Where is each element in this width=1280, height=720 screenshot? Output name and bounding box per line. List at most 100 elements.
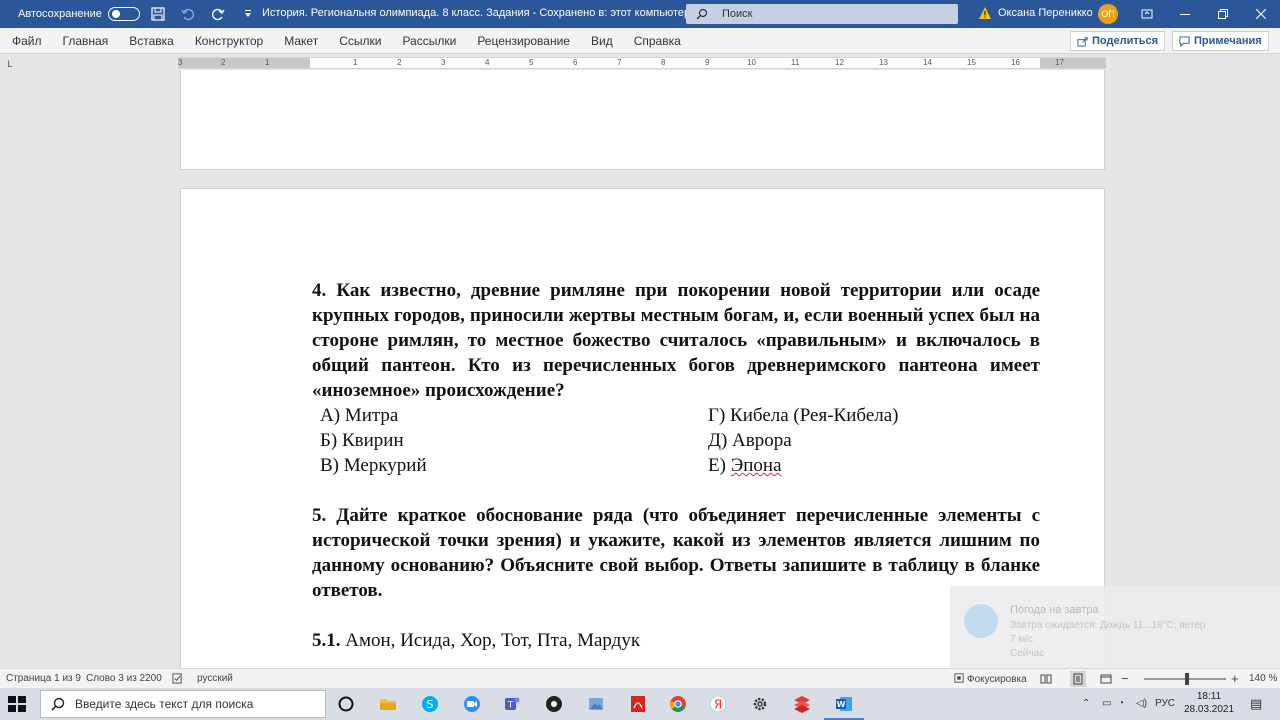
focus-icon: [954, 673, 964, 683]
focus-mode-button[interactable]: Фокусировка: [954, 673, 1027, 685]
skype-icon[interactable]: S: [418, 692, 442, 716]
windows-start-icon[interactable]: [6, 694, 28, 714]
ruler-number: 13: [879, 58, 888, 67]
question-4[interactable]: 4. Как известно, древние римляне при пок…: [312, 278, 1040, 403]
ruler-number: 8: [661, 58, 666, 67]
input-language[interactable]: РУС: [1155, 698, 1175, 709]
tab-mailings[interactable]: Рассылки: [402, 34, 456, 48]
search-placeholder: Поиск: [722, 8, 753, 20]
word-app-icon[interactable]: W: [824, 692, 864, 720]
tab-view[interactable]: Вид: [591, 34, 613, 48]
question-5-1-number: 5.1.: [312, 630, 341, 651]
page-counter[interactable]: Страница 1 из 9: [6, 673, 81, 684]
chrome-icon[interactable]: [666, 692, 690, 716]
close-icon: [1256, 9, 1266, 19]
document-body[interactable]: 4. Как известно, древние римляне при пок…: [312, 278, 1040, 653]
tab-selector[interactable]: L: [4, 58, 16, 70]
notification-center-icon[interactable]: ▤: [1250, 696, 1262, 712]
save-icon[interactable]: [146, 4, 170, 24]
tab-layout[interactable]: Макет: [284, 34, 318, 48]
tab-references[interactable]: Ссылки: [339, 34, 381, 48]
photos-app-icon[interactable]: [584, 692, 608, 716]
taskbar-search[interactable]: Введите здесь текст для поиска: [40, 690, 326, 718]
answer-b[interactable]: Б) Квирин: [320, 428, 708, 453]
share-button[interactable]: Поделиться: [1070, 31, 1166, 51]
answer-e[interactable]: Е) Эпона: [708, 453, 1048, 478]
teams-icon[interactable]: T: [500, 692, 524, 716]
obs-icon[interactable]: [542, 692, 566, 716]
spelling-error-word[interactable]: Эпона: [731, 455, 782, 476]
tab-review[interactable]: Рецензирование: [477, 34, 570, 48]
web-layout-button[interactable]: [1098, 671, 1114, 687]
yandex-browser-icon[interactable]: Я: [706, 692, 730, 716]
svg-text:Я: Я: [714, 698, 722, 712]
answer-v[interactable]: В) Меркурий: [320, 453, 708, 478]
ruler-number: 17: [1055, 58, 1064, 67]
search-box[interactable]: Поиск: [686, 4, 958, 24]
book-icon: [1040, 674, 1052, 684]
redo-icon[interactable]: [206, 4, 230, 24]
document-workspace[interactable]: 4. Как известно, древние римляне при пок…: [0, 70, 1280, 668]
zoom-in-button[interactable]: +: [1231, 671, 1239, 686]
answer-d[interactable]: Д) Аврора: [708, 428, 1048, 453]
ruler-number: 11: [791, 58, 800, 67]
settings-gear-icon[interactable]: [748, 692, 772, 716]
user-name[interactable]: Оксана Переникко: [998, 7, 1093, 19]
minimize-button[interactable]: [1166, 0, 1204, 28]
document-title[interactable]: История. Региональня олимпиада. 8 класс.…: [262, 7, 690, 19]
zoom-slider-thumb[interactable]: [1185, 673, 1190, 685]
tab-design[interactable]: Конструктор: [195, 34, 263, 48]
question-5[interactable]: 5. Дайте краткое обоснование ряда (что о…: [312, 503, 1040, 603]
answer-g[interactable]: Г) Кибела (Рея-Кибела): [708, 403, 1048, 428]
avatar[interactable]: ОП: [1098, 4, 1118, 24]
ribbon-tabs: Файл Главная Вставка Конструктор Макет С…: [0, 28, 1280, 54]
clock[interactable]: 18:11 28.03.2021: [1184, 690, 1234, 716]
read-mode-button[interactable]: [1038, 671, 1054, 687]
svg-text:S: S: [427, 698, 434, 711]
restore-button[interactable]: [1204, 0, 1242, 28]
comments-button[interactable]: Примечания: [1172, 31, 1269, 51]
ruler-number: 5: [529, 58, 534, 67]
proofing-icon[interactable]: [172, 673, 183, 687]
answer-a[interactable]: А) Митра: [320, 403, 708, 428]
autosave-toggle[interactable]: [107, 7, 140, 21]
file-explorer-icon[interactable]: [376, 692, 400, 716]
ruler-number: 1: [353, 58, 358, 67]
pdf-reader-icon[interactable]: [626, 692, 650, 716]
warning-icon[interactable]: [978, 6, 992, 20]
print-layout-button[interactable]: [1070, 671, 1086, 687]
tab-help[interactable]: Справка: [634, 34, 681, 48]
horizontal-ruler[interactable]: 3 2 1 1 2 3 4 5 6 7 8 9 10 11 12 13 14 1…: [178, 57, 1106, 69]
comments-label: Примечания: [1194, 35, 1262, 47]
volume-icon[interactable]: ◁): [1136, 698, 1147, 709]
anydesk-icon[interactable]: [790, 692, 814, 716]
word-counter[interactable]: Слово 3 из 2200: [86, 673, 162, 684]
autosave-control[interactable]: Автосохранение: [18, 7, 140, 21]
page-previous[interactable]: [180, 70, 1105, 170]
question-5-1[interactable]: 5.1. Амон, Исида, Хор, Тот, Пта, Мардук: [312, 628, 1040, 653]
network-icon[interactable]: ◔: [1118, 698, 1124, 709]
cloud-icon: [964, 604, 998, 638]
answer-e-prefix: Е): [708, 455, 731, 476]
search-icon: [51, 697, 65, 711]
tab-insert[interactable]: Вставка: [129, 34, 174, 48]
weather-notification[interactable]: Погода на завтра Завтра ожидается: Дождь…: [950, 586, 1280, 668]
zoom-out-button[interactable]: −: [1121, 671, 1129, 686]
battery-icon[interactable]: ▭: [1102, 698, 1111, 709]
ribbon-display-options-icon[interactable]: [1138, 0, 1156, 28]
tab-home[interactable]: Главная: [63, 34, 109, 48]
language-indicator[interactable]: русский: [197, 673, 233, 684]
tray-overflow-icon[interactable]: ⌃: [1082, 698, 1090, 709]
undo-icon[interactable]: [176, 4, 200, 24]
ruler-number: 16: [1011, 58, 1020, 67]
tab-file[interactable]: Файл: [12, 34, 42, 48]
customize-toolbar-icon[interactable]: [236, 4, 260, 24]
ruler-number: 14: [923, 58, 932, 67]
ruler-number: 9: [705, 58, 710, 67]
autosave-label: Автосохранение: [18, 8, 102, 20]
cortana-icon[interactable]: [334, 692, 358, 716]
zoom-app-icon[interactable]: [460, 692, 484, 716]
zoom-level[interactable]: 140 %: [1249, 673, 1277, 684]
close-button[interactable]: [1242, 0, 1280, 28]
